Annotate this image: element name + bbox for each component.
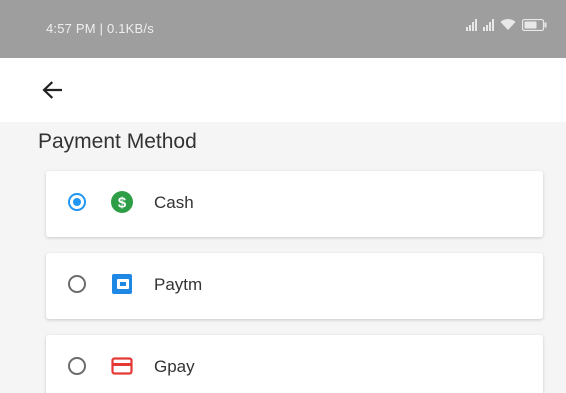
option-label: Paytm [154, 275, 203, 294]
signal-icon [466, 18, 477, 31]
page-title: Payment Method [38, 130, 197, 153]
payment-option-cash[interactable]: $ Cash [46, 171, 543, 237]
signal-icon [483, 18, 494, 31]
radio-paytm[interactable] [68, 275, 86, 293]
toolbar [0, 58, 566, 122]
card-icon [111, 355, 133, 377]
arrow-left-icon [42, 81, 62, 99]
payment-option-paytm[interactable]: Paytm [46, 253, 543, 319]
wifi-icon [500, 18, 516, 31]
option-label: Gpay [154, 357, 195, 376]
radio-cash[interactable] [68, 193, 86, 211]
back-button[interactable] [34, 74, 70, 106]
payment-content: Payment Method $ Cash Paytm Gpay [0, 122, 566, 393]
status-bar: 4:57 PM | 0.1KB/s [0, 0, 566, 58]
battery-icon [522, 18, 548, 31]
radio-gpay[interactable] [68, 357, 86, 375]
payment-option-gpay[interactable]: Gpay [46, 335, 543, 393]
payment-method-screen: 4:57 PM | 0.1KB/s Payment Method $ Cash … [0, 0, 566, 393]
svg-text:$: $ [118, 195, 127, 212]
option-label: Cash [154, 193, 194, 212]
cash-icon: $ [111, 191, 133, 213]
status-icons [466, 18, 548, 31]
wallet-icon [111, 273, 133, 295]
status-time: 4:57 PM | 0.1KB/s [46, 21, 154, 36]
